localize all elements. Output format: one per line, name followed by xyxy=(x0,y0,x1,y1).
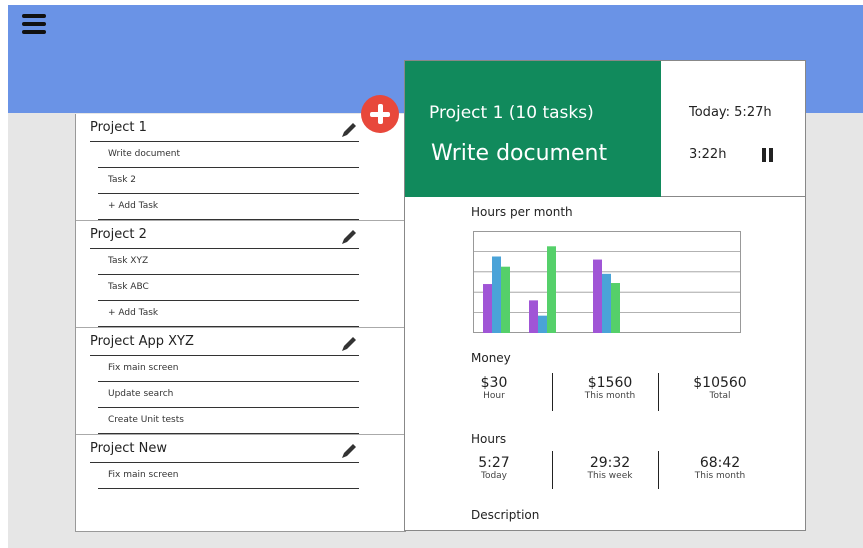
chart-title: Hours per month xyxy=(471,205,573,219)
money-stat: $1560 This month xyxy=(584,375,636,401)
add-task-button[interactable]: + Add Task xyxy=(76,194,405,220)
list-item[interactable]: Update search xyxy=(76,382,405,408)
chart-bar xyxy=(538,315,547,333)
list-item[interactable]: Task XYZ xyxy=(76,249,405,275)
pencil-icon[interactable] xyxy=(339,120,359,140)
money-stat: $30 Hour xyxy=(480,375,508,401)
hours-title: Hours xyxy=(471,432,507,446)
project-title: Project 1 xyxy=(90,120,147,135)
stats-panel: Hours per month Money $30 Hour $1560 This … xyxy=(404,197,806,531)
hours-stat: 68:42 This month xyxy=(694,455,746,481)
project-card: Project 2 Task XYZ Task ABC + Add Task xyxy=(76,221,405,328)
description-title: Description xyxy=(471,508,540,522)
hours-stat: 29:32 This week xyxy=(587,455,633,481)
current-task-name: Write document xyxy=(431,141,608,166)
project-header[interactable]: Project New xyxy=(76,435,405,463)
list-item[interactable]: Write document xyxy=(76,142,405,168)
hours-stat: 5:27 Today xyxy=(478,455,510,481)
project-header[interactable]: Project App XYZ xyxy=(76,328,405,356)
hours-chart xyxy=(473,231,741,333)
project-header[interactable]: Project 2 xyxy=(76,221,405,249)
project-card: Project 1 Write document Task 2 + Add Ta… xyxy=(76,114,405,221)
project-list: Project 1 Write document Task 2 + Add Ta… xyxy=(75,114,406,532)
add-task-button[interactable]: + Add Task xyxy=(76,301,405,327)
pencil-icon[interactable] xyxy=(339,227,359,247)
list-item[interactable]: Fix main screen xyxy=(76,356,405,382)
chart-bar xyxy=(611,283,620,333)
chart-bar xyxy=(492,256,501,333)
chart-bar xyxy=(483,284,492,333)
pause-icon[interactable] xyxy=(761,148,775,162)
pencil-icon[interactable] xyxy=(339,334,359,354)
chart-bar xyxy=(602,273,611,333)
chart-bar xyxy=(529,300,538,333)
project-card: Project App XYZ Fix main screen Update s… xyxy=(76,328,405,435)
money-title: Money xyxy=(471,351,511,365)
chart-bar xyxy=(547,246,556,333)
task-timer: 3:22h xyxy=(689,147,727,162)
money-stat: $10560 Total xyxy=(693,375,747,401)
project-title: Project New xyxy=(90,441,167,456)
chart-bar xyxy=(593,259,602,333)
project-title: Project App XYZ xyxy=(90,334,194,349)
project-header[interactable]: Project 1 xyxy=(76,114,405,142)
today-total: Today: 5:27h xyxy=(689,105,772,120)
list-item[interactable]: Task 2 xyxy=(76,168,405,194)
project-card: Project New Fix main screen xyxy=(76,435,405,489)
pencil-icon[interactable] xyxy=(339,441,359,461)
current-project-title: Project 1 (10 tasks) xyxy=(429,103,594,123)
list-item[interactable]: Create Unit tests xyxy=(76,408,405,434)
current-task-header: Project 1 (10 tasks) Write document Toda… xyxy=(404,60,806,197)
list-item[interactable]: Fix main screen xyxy=(76,463,405,489)
menu-icon[interactable] xyxy=(22,14,46,34)
list-item[interactable]: Task ABC xyxy=(76,275,405,301)
project-title: Project 2 xyxy=(90,227,147,242)
chart-bar xyxy=(501,266,510,333)
add-project-button[interactable] xyxy=(361,95,399,133)
current-task-banner: Project 1 (10 tasks) Write document xyxy=(405,61,661,197)
